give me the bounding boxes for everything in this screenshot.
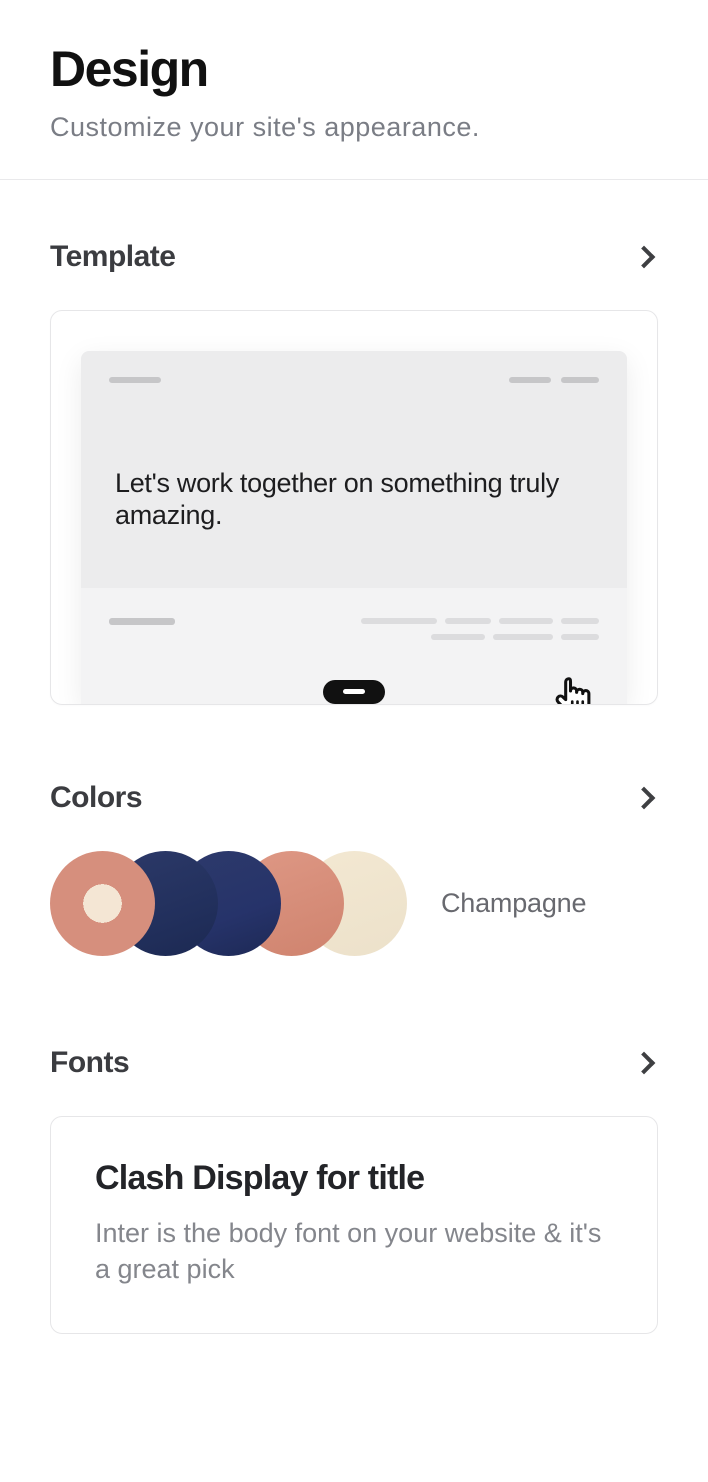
template-section: Template Let's work together on somethin…	[0, 180, 708, 725]
preview-cta-button	[323, 680, 385, 704]
preview-skeleton-line	[431, 634, 485, 640]
template-preview-heading: Let's work together on something truly a…	[109, 467, 599, 532]
fonts-preview-card[interactable]: Clash Display for title Inter is the bod…	[50, 1116, 658, 1334]
template-section-header[interactable]: Template	[50, 240, 658, 274]
section-title-fonts: Fonts	[50, 1046, 129, 1080]
color-swatch-stack	[50, 851, 407, 956]
preview-skeleton-nav-item	[561, 377, 599, 383]
chevron-right-icon	[633, 246, 656, 269]
section-title-template: Template	[50, 240, 175, 274]
template-preview-card[interactable]: Let's work together on something truly a…	[50, 310, 658, 705]
preview-skeleton-nav	[509, 377, 599, 383]
preview-skeleton-line	[499, 618, 553, 624]
page-header: Design Customize your site's appearance.	[0, 0, 708, 179]
preview-skeleton-nav-item	[509, 377, 551, 383]
preview-skeleton-line	[493, 634, 553, 640]
page-title: Design	[50, 40, 658, 98]
hand-cursor-icon	[546, 670, 602, 705]
font-body-preview: Inter is the body font on your website &…	[95, 1216, 613, 1287]
section-title-colors: Colors	[50, 781, 142, 815]
colors-section: Colors Champagne	[0, 725, 708, 976]
preview-skeleton-line	[561, 618, 599, 624]
preview-topbar	[109, 377, 599, 383]
preview-skeleton-label	[109, 618, 175, 625]
color-swatch	[50, 851, 155, 956]
color-palette-name: Champagne	[441, 888, 586, 919]
chevron-right-icon	[633, 787, 656, 810]
preview-skeleton-paragraph	[361, 618, 599, 640]
page-subtitle: Customize your site's appearance.	[50, 112, 658, 143]
preview-skeleton-logo	[109, 377, 161, 383]
template-preview-frame: Let's work together on something truly a…	[81, 351, 627, 704]
preview-skeleton-line	[561, 634, 599, 640]
fonts-section: Fonts Clash Display for title Inter is t…	[0, 976, 708, 1394]
chevron-right-icon	[633, 1052, 656, 1075]
fonts-section-header[interactable]: Fonts	[50, 1046, 658, 1080]
font-title-preview: Clash Display for title	[95, 1159, 613, 1198]
color-palette-row[interactable]: Champagne	[50, 851, 658, 956]
colors-section-header[interactable]: Colors	[50, 781, 658, 815]
preview-skeleton-line	[361, 618, 437, 624]
preview-skeleton-line	[445, 618, 491, 624]
